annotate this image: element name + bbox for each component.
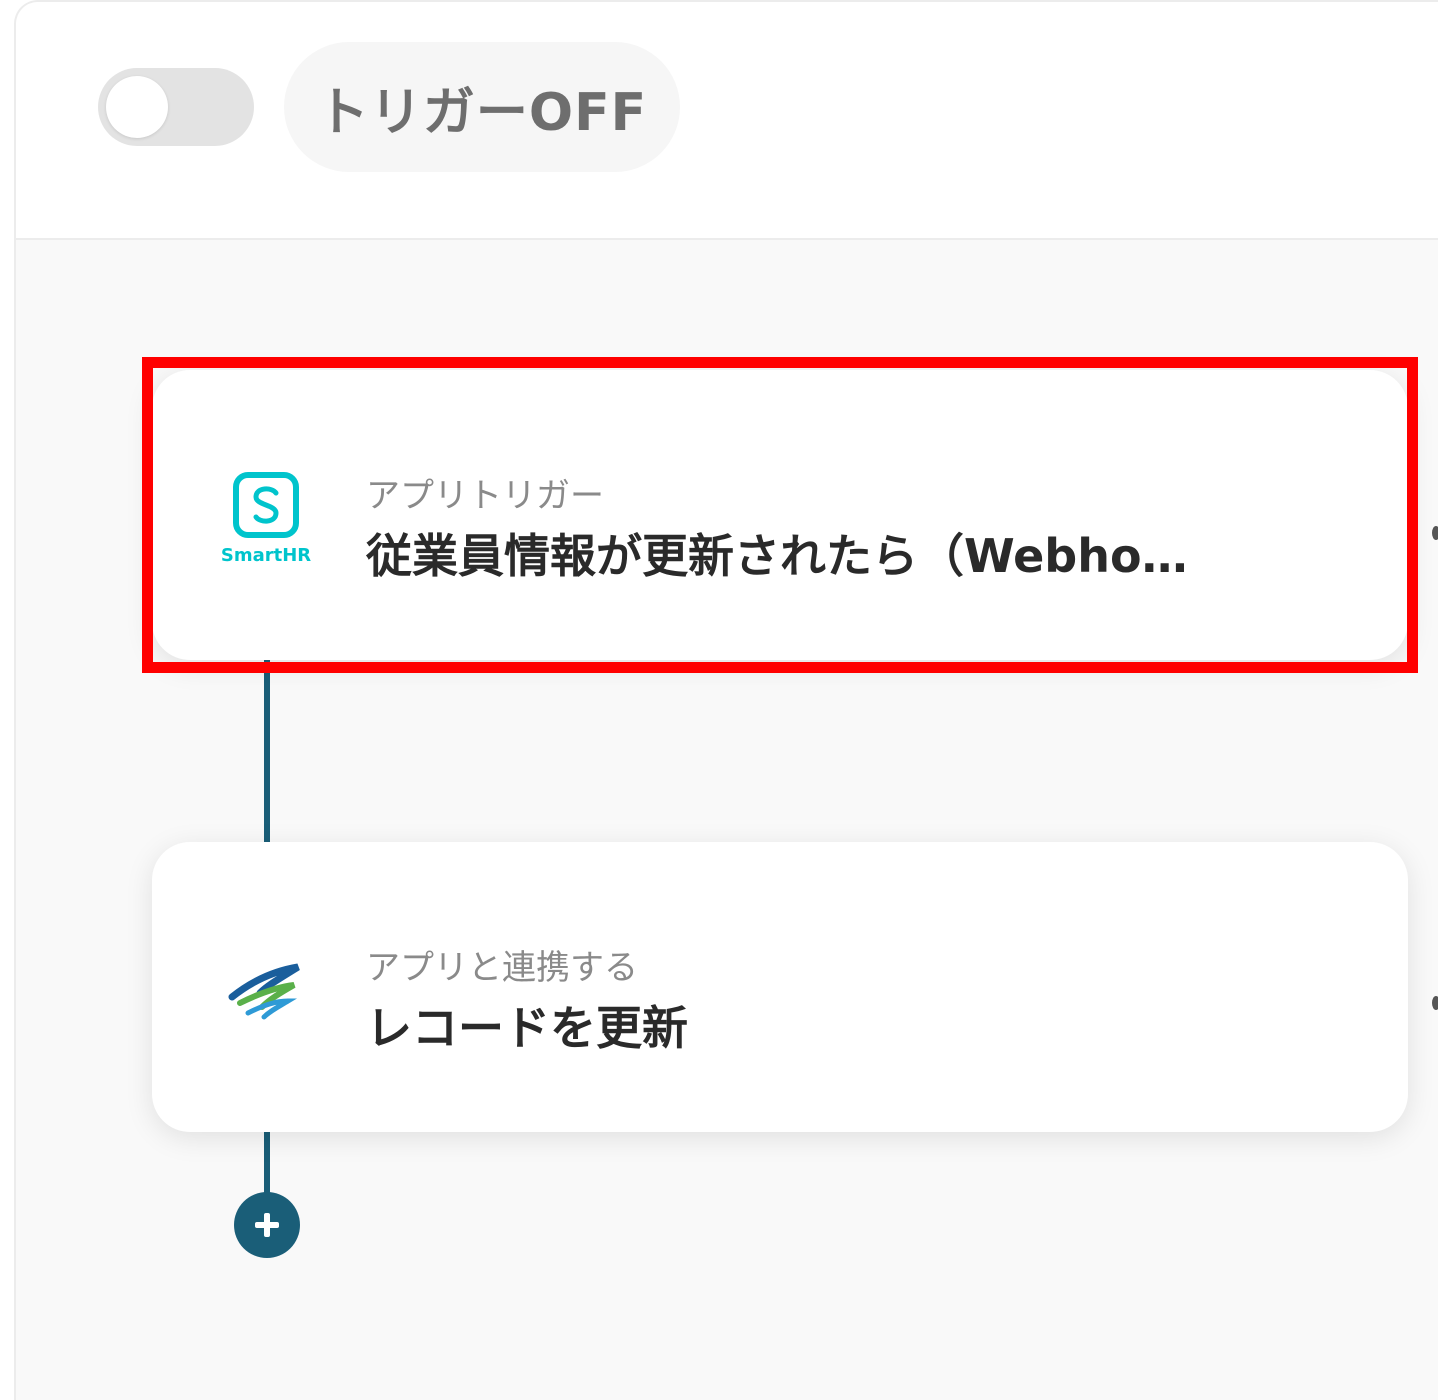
step-title: レコードを更新 <box>366 1001 688 1055</box>
flow-connector <box>264 1132 270 1196</box>
step-title: 従業員情報が更新されたら（Webho… <box>366 529 1188 583</box>
flow-editor-panel: トリガーOFF <box>14 0 1438 1400</box>
add-step-button[interactable] <box>234 1192 300 1258</box>
step-menu-dot[interactable] <box>1432 996 1438 1010</box>
trigger-status-label: トリガーOFF <box>316 82 648 143</box>
plus-icon <box>255 1213 279 1237</box>
trigger-toggle[interactable] <box>98 68 254 146</box>
step-category-label: アプリと連携する <box>366 948 638 988</box>
toggle-knob <box>106 76 168 138</box>
step-category-label: アプリトリガー <box>366 476 604 516</box>
step-menu-dot[interactable] <box>1432 526 1438 540</box>
flow-step-action[interactable]: アプリと連携する レコードを更新 <box>152 842 1408 1132</box>
svg-text:SmartHR: SmartHR <box>221 545 311 566</box>
smarthr-logo-icon: SmartHR <box>212 465 322 575</box>
app-swirl-logo-icon <box>212 937 322 1047</box>
flow-connector <box>264 660 270 844</box>
flow-header: トリガーOFF <box>16 2 1438 240</box>
trigger-status-badge: トリガーOFF <box>284 42 680 172</box>
flow-step-trigger[interactable]: SmartHR アプリトリガー 従業員情報が更新されたら（Webho… <box>152 370 1408 660</box>
